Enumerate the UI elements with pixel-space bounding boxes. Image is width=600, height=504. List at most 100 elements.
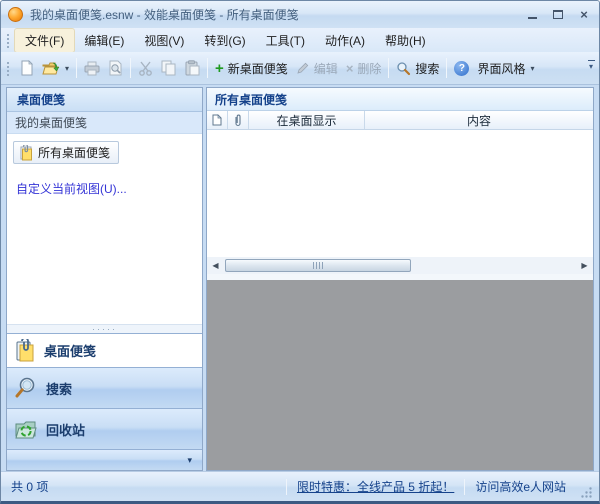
menu-actions[interactable]: 动作(A): [315, 29, 375, 52]
search-button[interactable]: 搜索: [392, 56, 443, 80]
status-bar: 共 0 项 限时特惠：全线产品 5 折起！ 访问高效e人网站: [1, 471, 599, 501]
sidebar-tree: 所有桌面便笺 自定义当前视图(U)...: [7, 134, 202, 324]
delete-note-button[interactable]: × 删除: [342, 56, 386, 80]
toolbar-grip-icon[interactable]: [6, 32, 10, 48]
close-button[interactable]: ×: [577, 7, 591, 22]
menu-tools[interactable]: 工具(T): [256, 29, 315, 52]
paste-button[interactable]: [181, 56, 204, 80]
menu-edit[interactable]: 编辑(E): [74, 29, 134, 52]
sidebar-header: 桌面便笺: [7, 88, 202, 112]
toolbar-separator: [76, 58, 78, 78]
ui-style-button[interactable]: 界面风格 ▾: [473, 56, 538, 80]
open-folder-icon: [42, 62, 60, 74]
list-column-headers: 在桌面显示 内容: [207, 111, 593, 130]
website-link[interactable]: 访问高效e人网站: [475, 478, 566, 495]
minimize-button[interactable]: [525, 8, 539, 22]
menu-view[interactable]: 视图(V): [134, 29, 194, 52]
delete-note-label: 删除: [357, 61, 382, 76]
chevron-down-icon: ▾: [530, 63, 535, 73]
nav-label: 桌面便笺: [44, 344, 97, 359]
nav-desktop-notes[interactable]: 桌面便笺: [7, 333, 202, 367]
chevron-down-icon: ▾: [65, 63, 70, 73]
ui-style-label: 界面风格: [477, 61, 526, 76]
nav-recycle-bin[interactable]: 回收站: [7, 408, 202, 449]
search-icon: [397, 61, 411, 75]
new-note-label: 新桌面便笺: [227, 61, 288, 76]
open-file-button[interactable]: ▾: [38, 56, 73, 80]
toolbar-separator: [446, 58, 448, 78]
print-preview-icon: [109, 60, 122, 76]
sidebar-group-my-notes[interactable]: 我的桌面便笺: [7, 112, 202, 134]
column-display-on-desktop[interactable]: 在桌面显示: [249, 111, 365, 129]
scroll-left-arrow[interactable]: ◀: [208, 261, 223, 270]
search-icon: [15, 377, 35, 398]
nav-collapse-strip[interactable]: ▾: [7, 449, 202, 470]
sidebar: 桌面便笺 我的桌面便笺 所有桌面便笺 自定义当前视图(U)... ····· 桌…: [6, 87, 203, 471]
menu-bar: 文件(F) 编辑(E) 视图(V) 转到(G) 工具(T) 动作(A) 帮助(H…: [1, 27, 599, 53]
recycle-bin-icon: [15, 421, 37, 439]
nav-label: 回收站: [46, 422, 86, 438]
menu-help[interactable]: 帮助(H): [375, 29, 436, 52]
content-area: 桌面便笺 我的桌面便笺 所有桌面便笺 自定义当前视图(U)... ····· 桌…: [1, 85, 599, 471]
customize-view-link[interactable]: 自定义当前视图(U)...: [16, 180, 202, 197]
scrollbar-thumb[interactable]: [225, 259, 411, 272]
status-separator: [285, 478, 287, 495]
menu-file[interactable]: 文件(F): [13, 27, 76, 53]
paste-icon: [185, 60, 200, 76]
status-separator: [464, 478, 466, 495]
sidebar-item-label: 所有桌面便笺: [38, 146, 111, 160]
print-preview-button[interactable]: [104, 56, 127, 80]
toolbar-overflow-button[interactable]: ▾: [585, 60, 597, 71]
notes-list-empty[interactable]: [207, 130, 593, 257]
nav-label: 搜索: [46, 381, 73, 397]
column-content[interactable]: 内容: [365, 111, 593, 129]
main-panel-title: 所有桌面便笺: [207, 88, 593, 111]
horizontal-scrollbar[interactable]: ◀ ▶: [207, 257, 593, 274]
title-bar[interactable]: 我的桌面便笺.esnw - 效能桌面便笺 - 所有桌面便笺 ×: [1, 1, 599, 28]
toolbar: ▾ + 新桌面便笺 编辑 × 删除 搜索 ? 界面风格 ▾ ▾: [1, 52, 599, 85]
new-file-button[interactable]: [15, 56, 38, 80]
maximize-button[interactable]: [551, 8, 565, 22]
app-icon: [8, 7, 23, 22]
printer-icon: [84, 61, 100, 75]
cut-button[interactable]: [134, 56, 157, 80]
scissors-icon: [139, 61, 152, 76]
pencil-icon: [297, 62, 309, 74]
promo-link[interactable]: 限时特惠：全线产品 5 折起！: [297, 478, 454, 495]
help-icon: ?: [454, 60, 470, 76]
column-note-type[interactable]: [207, 111, 228, 129]
sticky-note-icon: [16, 338, 34, 361]
thumb-grip-icon: [312, 262, 324, 269]
edit-note-label: 编辑: [313, 61, 338, 76]
edit-note-button[interactable]: 编辑: [292, 56, 342, 80]
toolbar-grip-icon[interactable]: [6, 60, 10, 76]
copy-button[interactable]: [157, 56, 181, 80]
x-icon: ×: [345, 60, 354, 76]
blank-page-icon: [21, 60, 33, 76]
toolbar-separator: [388, 58, 390, 78]
window-title: 我的桌面便笺.esnw - 效能桌面便笺 - 所有桌面便笺: [30, 8, 299, 22]
sidebar-splitter-handle[interactable]: ·····: [7, 324, 202, 333]
column-attachment[interactable]: [228, 111, 249, 129]
search-label: 搜索: [415, 61, 440, 76]
scroll-right-arrow[interactable]: ▶: [577, 261, 592, 270]
new-note-button[interactable]: + 新桌面便笺: [211, 56, 292, 80]
item-count: 共 0 项: [11, 480, 49, 494]
page-icon: [212, 114, 222, 126]
chevron-down-icon: ▾: [187, 454, 192, 465]
toolbar-separator: [207, 58, 209, 78]
paperclip-icon: [235, 114, 241, 126]
sidebar-item-all-notes[interactable]: 所有桌面便笺: [13, 141, 120, 164]
menu-goto[interactable]: 转到(G): [194, 29, 255, 52]
main-panel: 所有桌面便笺 在桌面显示 内容 ◀ ▶: [206, 87, 594, 471]
copy-icon: [161, 60, 176, 76]
sticky-note-icon: [20, 144, 32, 160]
toolbar-separator: [130, 58, 132, 78]
print-button[interactable]: [80, 56, 104, 80]
empty-gray-region: [207, 280, 593, 470]
nav-search[interactable]: 搜索: [7, 367, 202, 408]
app-window: 我的桌面便笺.esnw - 效能桌面便笺 - 所有桌面便笺 × 文件(F) 编辑…: [0, 0, 600, 504]
help-button[interactable]: ?: [450, 56, 473, 80]
plus-icon: +: [215, 59, 224, 77]
resize-grip[interactable]: [580, 486, 593, 499]
